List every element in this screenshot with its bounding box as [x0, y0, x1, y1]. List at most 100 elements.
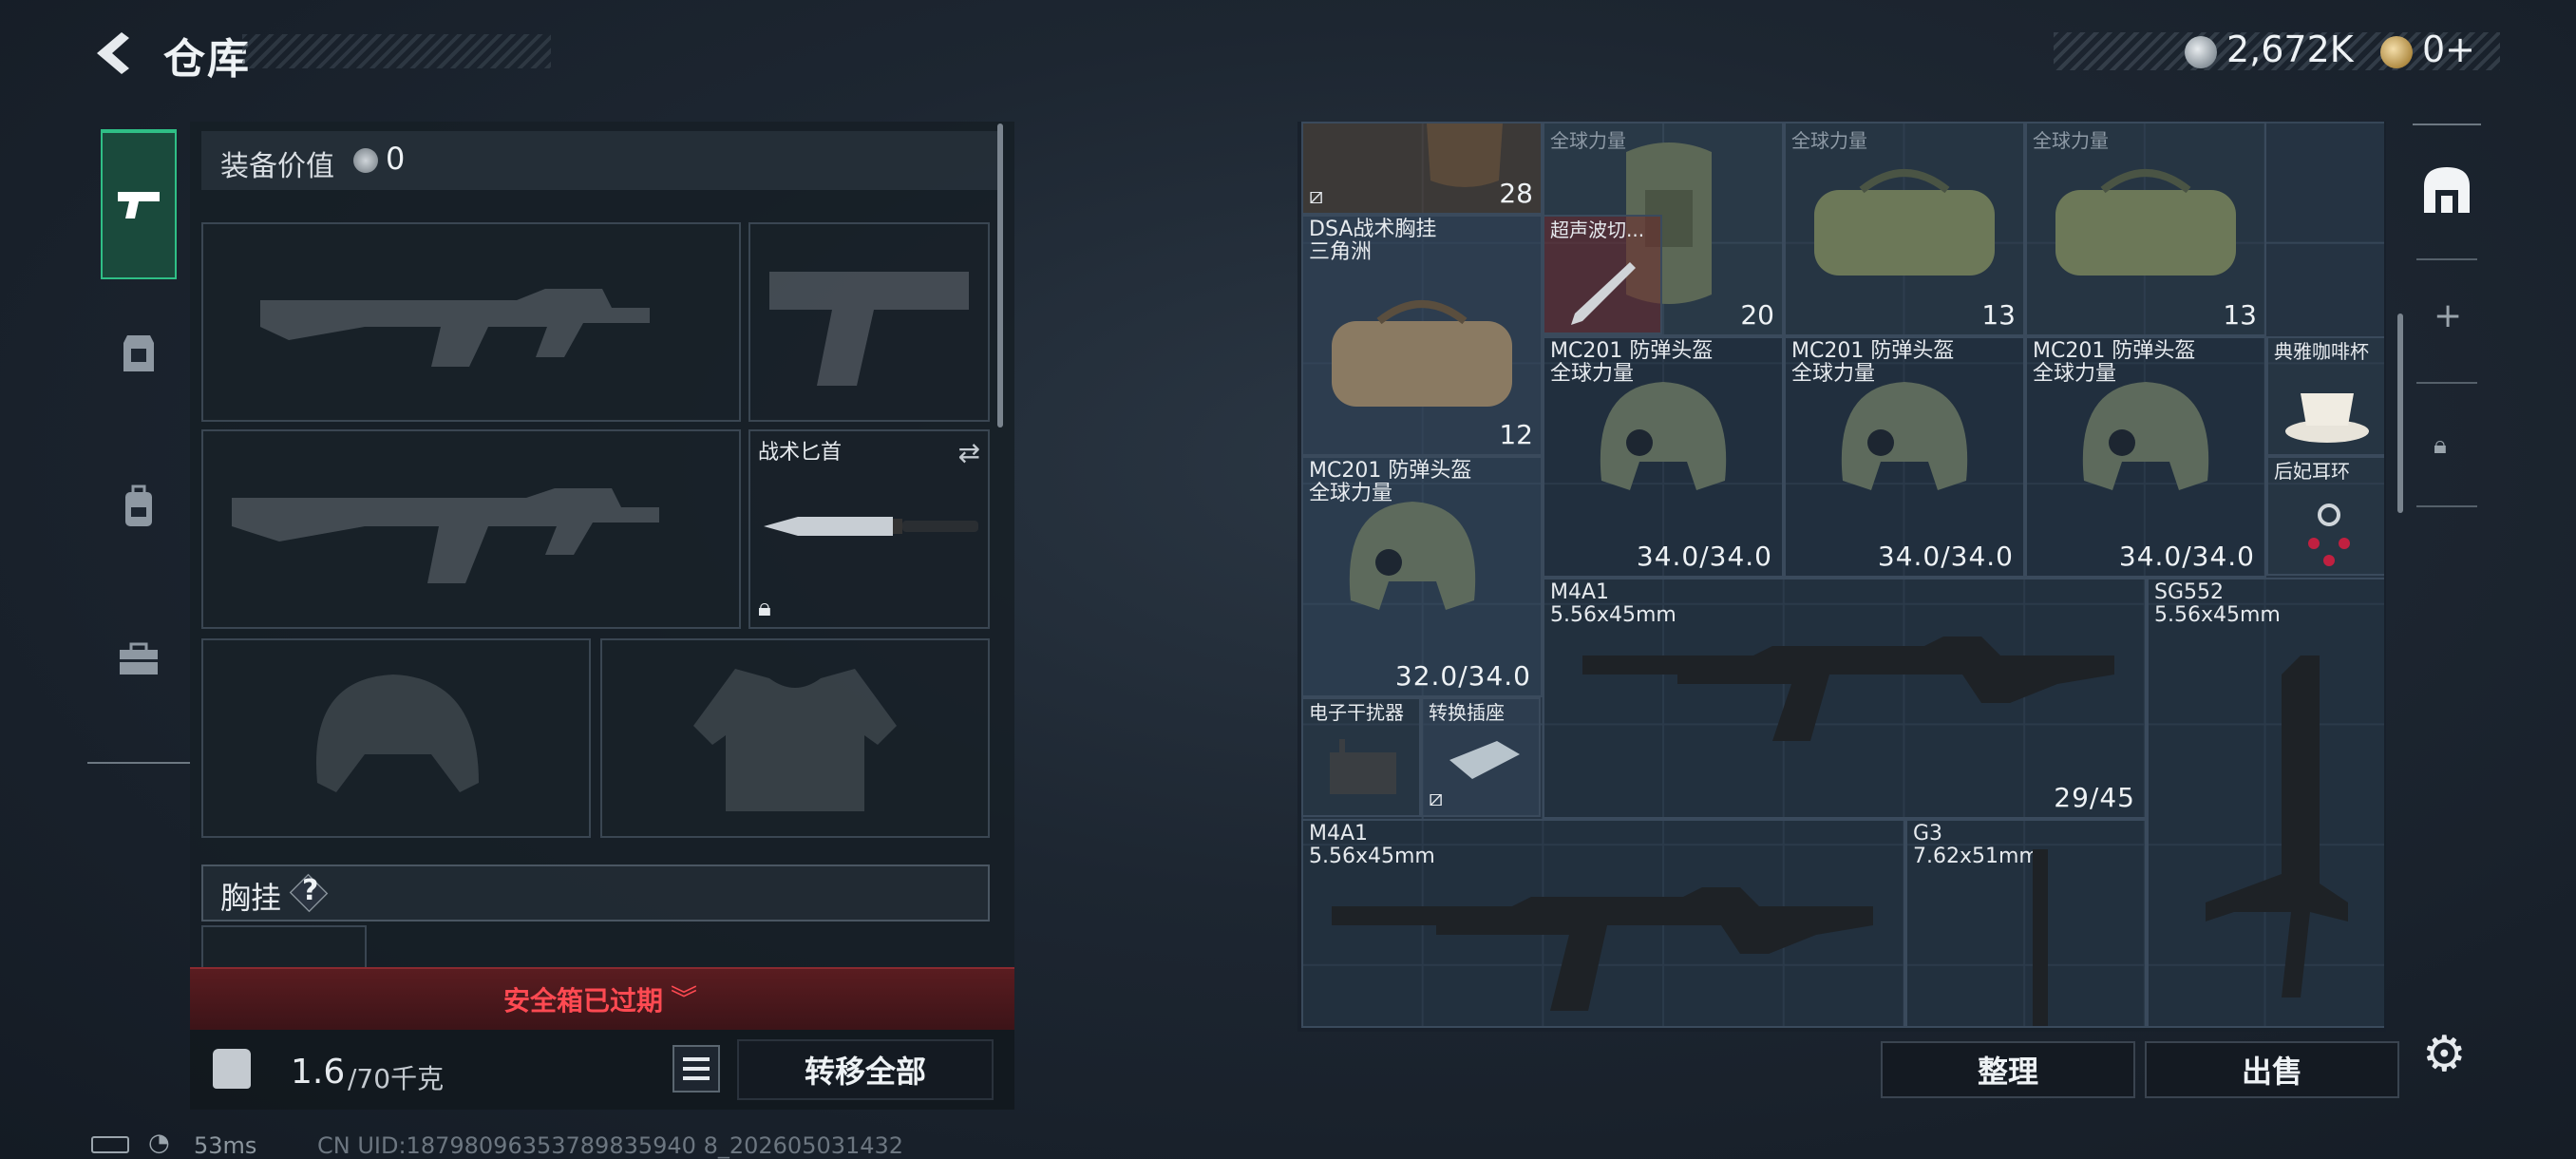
melee-slot[interactable]: 战术匕首 ⇄ 🔒︎ [748, 429, 990, 629]
item-name: 电子干扰器 [1309, 701, 1404, 724]
rifle-silhouette-icon [260, 289, 650, 367]
back-arrow-icon[interactable] [87, 27, 141, 80]
add-tab-icon[interactable]: + [2434, 296, 2462, 335]
item-tag: 全球力量 [2033, 129, 2109, 152]
sidearm-slot[interactable] [748, 222, 990, 422]
sort-button[interactable]: 整理 [1881, 1041, 2135, 1098]
ping-readout: 53ms [194, 1132, 257, 1159]
no-transfer-icon: ⧄ [1429, 785, 1444, 811]
helmet-icon [1841, 382, 1968, 490]
item-name: MC201 防弹头盔 [2033, 339, 2196, 363]
item-count: 20 [1740, 299, 1774, 331]
pistol-silhouette-icon [769, 272, 969, 386]
weight-icon [213, 1049, 251, 1089]
item-sub: 7.62x51mm [1913, 845, 2039, 868]
briefcase-icon [120, 642, 158, 674]
cutter-icon [1571, 262, 1636, 325]
primary-weapon-slot[interactable] [201, 222, 741, 422]
item-name: 转换插座 [1429, 701, 1505, 724]
item-durability: 34.0/34.0 [1636, 541, 1772, 572]
rifle-icon [2033, 849, 2048, 1026]
storage-item-g3[interactable]: G3 7.62x51mm [1905, 819, 2147, 1028]
storage-item-ultrasonic[interactable]: 超声波切... [1543, 215, 1662, 334]
chevron-down-icon[interactable]: ︾ [671, 978, 697, 1016]
item-durability: 32.0/34.0 [1394, 660, 1531, 692]
storage-item-m4a1b[interactable]: M4A1 5.56x45mm [1301, 819, 1905, 1028]
loadout-scrollbar[interactable] [997, 124, 1003, 428]
warehouse-icon[interactable] [2420, 163, 2473, 217]
storage-item-helmet1[interactable]: MC201 防弹头盔 全球力量 34.0/34.0 [1543, 336, 1784, 578]
storage-item-coffee[interactable]: 典雅咖啡杯 [2266, 336, 2384, 456]
gold-coin-icon [2380, 36, 2413, 68]
wifi-icon: ◔ [148, 1129, 170, 1157]
storage-item-m4a1a[interactable]: M4A1 5.56x45mm 29/45 [1543, 578, 2147, 819]
helmet-silhouette-icon [316, 674, 479, 792]
storage-item-jammer[interactable]: 电子干扰器 [1301, 697, 1421, 817]
storage-item-dsa[interactable]: DSA战术胸挂 三角洲 12 [1301, 215, 1543, 456]
tab-toolbox[interactable] [101, 621, 177, 697]
storage-item-bag1[interactable]: ⧄ 28 [1301, 122, 1543, 215]
storage-item-helmet2[interactable]: MC201 防弹头盔 全球力量 34.0/34.0 [1784, 336, 2025, 578]
armor-slot[interactable] [600, 638, 990, 838]
chest-rig-label: 胸挂 [220, 880, 282, 916]
no-transfer-icon: ⧄ [1309, 182, 1324, 209]
item-name: MC201 防弹头盔 [1309, 459, 1472, 483]
item-name: MC201 防弹头盔 [1791, 339, 1955, 363]
rifle-icon [1582, 636, 2114, 741]
helmet-slot[interactable] [201, 638, 591, 838]
rifle-icon [1332, 887, 1873, 1011]
storage-scrollbar[interactable] [2397, 314, 2403, 513]
tab-armor[interactable] [101, 315, 177, 391]
helmet-icon [2082, 382, 2209, 490]
storage-item-adapter[interactable]: 转换插座 ⧄ [1421, 697, 1541, 817]
swap-icon[interactable]: ⇄ [958, 437, 980, 468]
lock-icon[interactable]: 🔒︎ [2434, 431, 2447, 461]
item-count: 13 [1981, 299, 2016, 331]
knife-label: 战术匕首 [758, 441, 843, 465]
page-title: 仓库 [163, 35, 251, 84]
sell-button[interactable]: 出售 [2145, 1041, 2399, 1098]
vest-silhouette-icon [693, 669, 897, 811]
help-icon: ? [302, 874, 319, 907]
weight-current: 1.6 [291, 1053, 346, 1092]
item-ammo: 29/45 [2054, 782, 2135, 813]
storage-item-helmet3[interactable]: MC201 防弹头盔 全球力量 34.0/34.0 [2025, 336, 2266, 578]
earring-icon [2308, 504, 2350, 566]
item-name: 超声波切... [1550, 218, 1645, 241]
storage-item-earring[interactable]: 后妃耳环 [2266, 456, 2384, 576]
divider [2416, 258, 2477, 260]
pistol-icon [118, 192, 160, 218]
divider [2416, 382, 2477, 384]
tab-backpack[interactable] [101, 469, 177, 545]
duffel-bag-icon [2055, 169, 2236, 276]
jammer-icon [1330, 739, 1396, 794]
secondary-weapon-slot[interactable] [201, 429, 741, 629]
vest-icon [123, 335, 154, 371]
lock-icon: 🔒︎ [758, 594, 771, 622]
equip-value: 0 [386, 141, 406, 177]
item-name: 后妃耳环 [2274, 460, 2350, 483]
safe-box-status: 安全箱已过期 [503, 985, 664, 1016]
transfer-all-button[interactable]: 转移全部 [737, 1039, 994, 1100]
storage-item-duffel3[interactable]: 全球力量 13 [2025, 122, 2266, 336]
list-icon[interactable] [672, 1045, 720, 1092]
storage-item-sg552[interactable]: SG552 5.56x45mm [2147, 578, 2384, 1028]
item-tag: 全球力量 [1791, 129, 1867, 152]
helmet-icon [1600, 382, 1727, 490]
divider [2416, 505, 2477, 507]
chest-rig-slot[interactable] [201, 925, 367, 967]
item-count: 28 [1499, 178, 1533, 209]
silver-amount[interactable]: 2,672K [2226, 28, 2354, 70]
item-sub: 三角洲 [1309, 240, 1373, 264]
duffel-bag-icon [1814, 169, 1995, 276]
gear-icon[interactable]: ⚙ [2422, 1026, 2467, 1083]
duffel-bag-icon [1332, 300, 1512, 407]
gold-amount[interactable]: 0+ [2422, 28, 2475, 70]
storage-item-duffel2[interactable]: 全球力量 13 [1784, 122, 2025, 336]
uid-readout: CN UID:18798096353789835940 8_2026050314… [317, 1132, 904, 1159]
item-name: MC201 防弹头盔 [1550, 339, 1714, 363]
item-durability: 34.0/34.0 [1877, 541, 2014, 572]
tab-weapons[interactable] [101, 129, 177, 279]
left-tab-column [87, 116, 190, 764]
storage-item-helmet4[interactable]: MC201 防弹头盔 全球力量 32.0/34.0 [1301, 456, 1543, 697]
